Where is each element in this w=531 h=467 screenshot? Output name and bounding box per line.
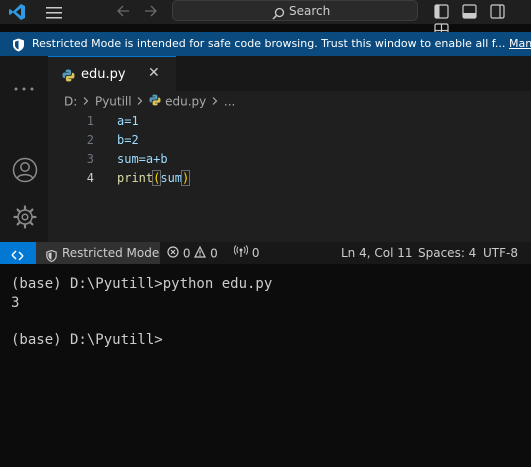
activity-bar [0, 56, 48, 242]
account-icon[interactable] [12, 157, 38, 187]
chevron-right-icon [81, 95, 91, 109]
toggle-primary-sidebar-icon[interactable] [434, 4, 449, 23]
remote-indicator[interactable] [0, 242, 36, 264]
ports-status[interactable]: 0 [233, 242, 260, 264]
restricted-mode-status[interactable]: Restricted Mode [36, 242, 160, 264]
arrow-right-icon[interactable] [144, 4, 158, 21]
chevron-right-icon [135, 95, 145, 109]
arrow-left-icon[interactable] [116, 4, 130, 21]
tab-edu-py[interactable]: edu.py ✕ [48, 56, 176, 91]
terminal-line: (base) D:\Pyutill> [11, 332, 163, 348]
warning-count: 0 [210, 246, 218, 261]
python-file-icon [149, 94, 165, 109]
title-bar: Search [0, 0, 531, 38]
cursor-position[interactable]: Ln 4, Col 11 [341, 242, 413, 264]
ports-count: 0 [251, 246, 260, 260]
tab-label: edu.py [81, 67, 126, 82]
vscode-logo[interactable] [8, 3, 26, 25]
breadcrumb-file[interactable]: edu.py [165, 95, 206, 109]
line-code: b=2 [117, 133, 139, 147]
more-icon[interactable] [14, 76, 34, 95]
problems-status[interactable]: 0 0 [167, 242, 218, 265]
line-number: 4 [86, 171, 94, 185]
menu-icon[interactable] [46, 5, 62, 24]
error-count: 0 [182, 246, 191, 261]
close-icon[interactable]: ✕ [148, 65, 160, 81]
warning-icon [194, 245, 207, 261]
breadcrumb-drive[interactable]: D: [64, 95, 77, 109]
line-number: 2 [86, 133, 94, 147]
breadcrumb-folder[interactable]: Pyutill [95, 95, 132, 109]
error-icon [167, 245, 179, 261]
search-label: Search [289, 4, 331, 18]
indentation-status[interactable]: Spaces: 4 [418, 242, 476, 264]
tab-bar: edu.py ✕ [48, 56, 531, 91]
terminal-panel[interactable]: (base) D:\Pyutill>python edu.py 3 (base)… [0, 264, 531, 467]
breadcrumb-more[interactable]: ... [224, 95, 235, 109]
terminal-line: (base) D:\Pyutill>python edu.py [11, 276, 273, 292]
line-code: a=1 [117, 114, 139, 128]
encoding-status[interactable]: UTF-8 [483, 242, 518, 264]
restricted-mode-banner: Restricted Mode is intended for safe cod… [0, 32, 531, 56]
line-code: sum=a+b [117, 152, 168, 166]
toggle-panel-icon[interactable] [462, 4, 477, 23]
python-file-icon [62, 67, 75, 86]
breadcrumb: D: Pyutill edu.py ... [64, 94, 235, 109]
status-bar: Restricted Mode 0 0 0 Ln 4, Col 11 Space… [0, 242, 531, 264]
close-bracket: ) [181, 170, 191, 186]
broadcast-icon [233, 245, 249, 260]
search-icon [272, 5, 285, 24]
line-number: 3 [86, 152, 94, 166]
search-box[interactable]: Search [172, 0, 418, 21]
argument: sum [160, 171, 183, 185]
toggle-secondary-sidebar-icon[interactable] [490, 4, 505, 23]
gear-icon[interactable] [12, 204, 38, 234]
banner-manage-link[interactable]: Man [509, 32, 531, 56]
line-code: print(sum) [117, 169, 191, 188]
chevron-right-icon [210, 95, 220, 109]
line-number: 1 [86, 114, 94, 128]
restricted-mode-label: Restricted Mode [62, 246, 160, 260]
editor-area: edu.py ✕ D: Pyutill edu.py ... 1 a=1 2 b… [48, 56, 531, 242]
function-name: print [117, 171, 154, 185]
terminal-line: 3 [11, 295, 20, 311]
banner-message: Restricted Mode is intended for safe cod… [32, 37, 506, 50]
